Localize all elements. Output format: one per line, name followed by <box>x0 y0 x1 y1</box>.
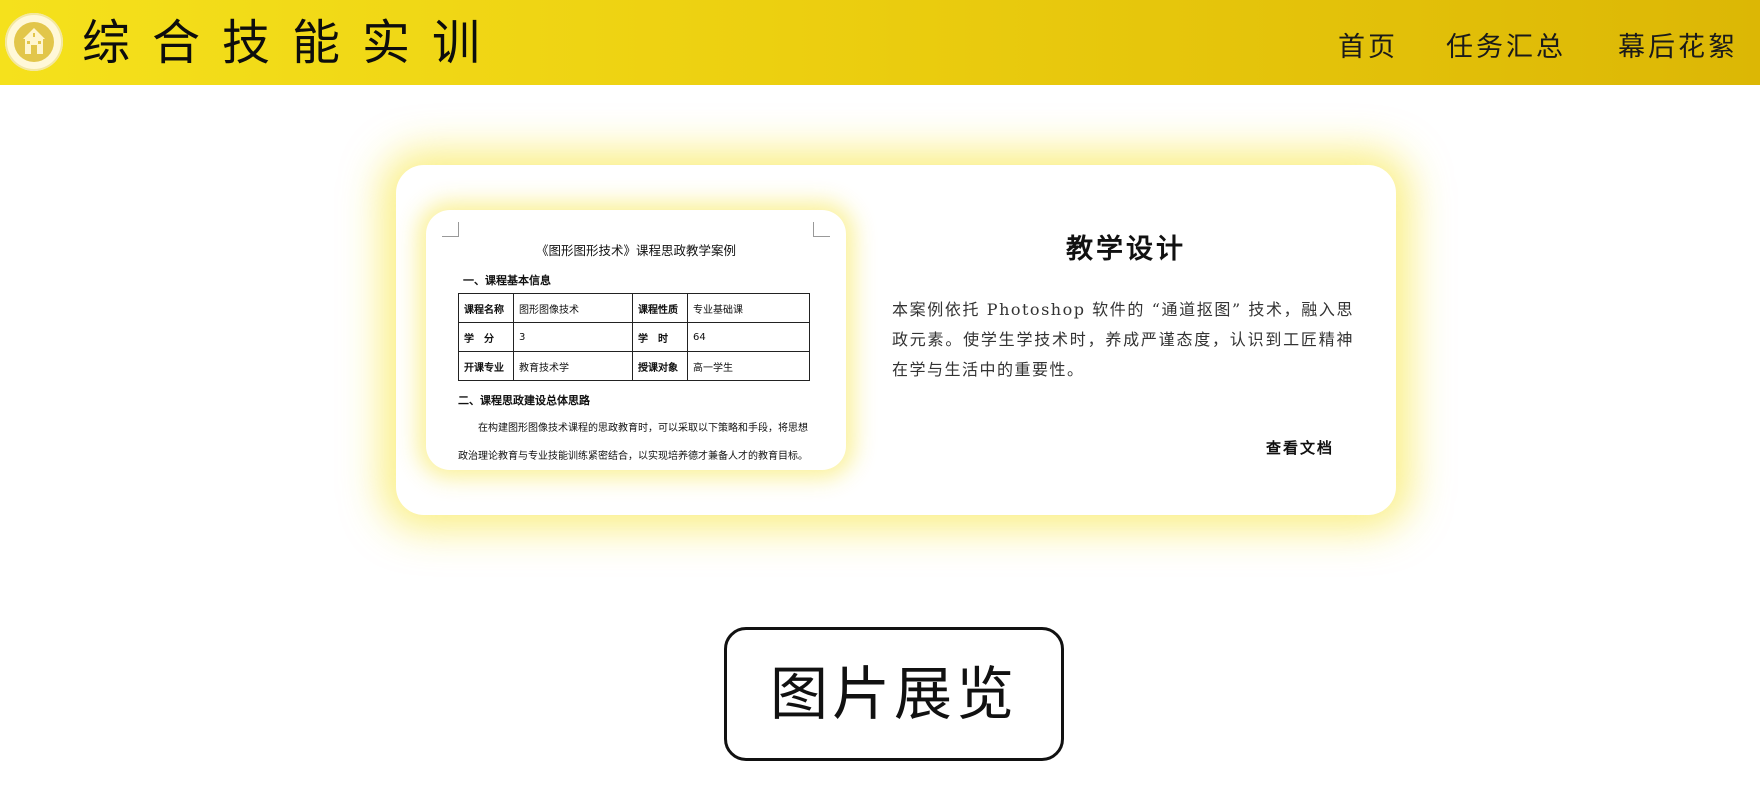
table-cell: 3 <box>513 322 633 352</box>
course-info-table: 课程名称 图形图像技术 课程性质 专业基础课 学 分 3 学 时 64 开课专业… <box>458 293 810 381</box>
document-preview[interactable]: 《图形图形技术》课程思政教学案例 一、课程基本信息 课程名称 图形图像技术 课程… <box>426 210 846 470</box>
document-title: 《图形图形技术》课程思政教学案例 <box>535 243 736 258</box>
nav-home[interactable]: 首页 <box>1338 28 1398 68</box>
logo-emblem <box>14 22 54 62</box>
view-document-link[interactable]: 查看文档 <box>1266 437 1334 458</box>
school-logo-icon[interactable] <box>5 13 63 71</box>
table-cell: 高一学生 <box>687 351 810 381</box>
table-cell: 课程性质 <box>632 293 688 323</box>
table-row: 开课专业 教育技术学 授课对象 高一学生 <box>458 351 810 381</box>
document-section-heading: 二、课程思政建设总体思路 <box>458 394 590 407</box>
card-description: 本案例依托 Photoshop 软件的 “通道抠图” 技术，融入思政元素。使学生… <box>892 300 1354 379</box>
table-cell: 图形图像技术 <box>513 293 633 323</box>
table-cell: 64 <box>687 322 810 352</box>
table-cell: 开课专业 <box>458 351 514 381</box>
table-cell: 授课对象 <box>632 351 688 381</box>
gallery-section-heading: 图片展览 <box>724 627 1064 761</box>
table-row: 课程名称 图形图像技术 课程性质 专业基础课 <box>458 293 810 323</box>
table-cell: 教育技术学 <box>513 351 633 381</box>
card-title: 教学设计 <box>1066 234 1186 265</box>
table-cell: 课程名称 <box>458 293 514 323</box>
card-content: 教学设计 本案例依托 Photoshop 软件的 “通道抠图” 技术，融入思政元… <box>886 165 1366 515</box>
teaching-design-card: 《图形图形技术》课程思政教学案例 一、课程基本信息 课程名称 图形图像技术 课程… <box>396 165 1396 515</box>
table-cell: 学 分 <box>458 322 514 352</box>
table-cell: 学 时 <box>632 322 688 352</box>
table-row: 学 分 3 学 时 64 <box>458 322 810 352</box>
document-paragraph: 在构建图形图像技术课程的思政教育时，可以采取以下策略和手段，将思想政治理论教育与… <box>458 423 808 462</box>
section-title: 图片展览 <box>769 660 1018 728</box>
site-title: 综合技能实训 <box>82 15 503 71</box>
school-building-icon <box>23 28 45 54</box>
top-header: 综合技能实训 首页 任务汇总 幕后花絮 <box>0 0 1760 85</box>
table-cell: 专业基础课 <box>687 293 810 323</box>
nav-behind-scenes[interactable]: 幕后花絮 <box>1618 28 1738 68</box>
document-section-heading: 一、课程基本信息 <box>463 274 551 287</box>
nav-task-summary[interactable]: 任务汇总 <box>1446 28 1566 68</box>
page-corner-mark <box>442 222 459 237</box>
page-corner-mark <box>813 222 830 237</box>
